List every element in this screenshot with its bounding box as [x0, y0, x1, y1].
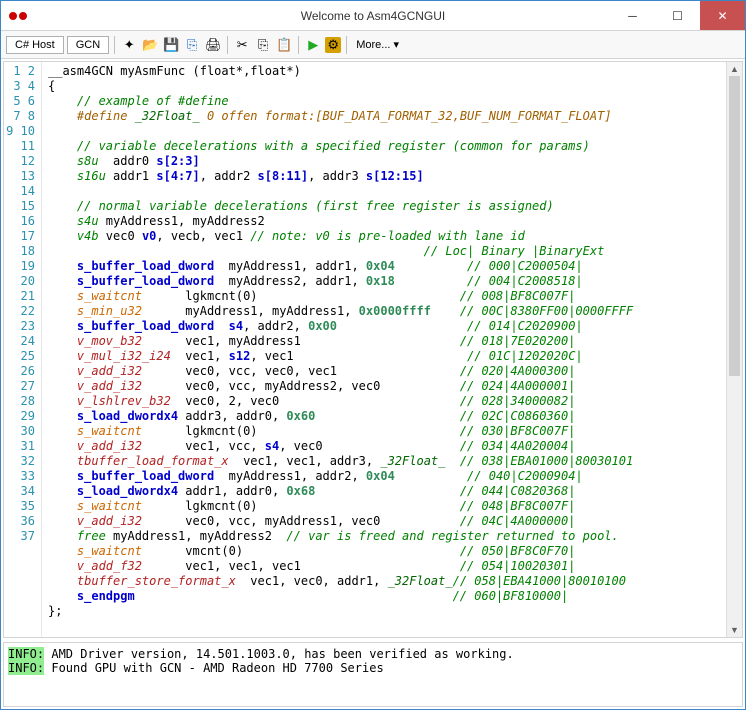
info-tag: INFO:	[8, 647, 44, 661]
window-title: Welcome to Asm4GCNGUI	[301, 9, 445, 23]
code-area[interactable]: __asm4GCN myAsmFunc (float*,float*) { //…	[42, 62, 726, 637]
toolbar: C# Host GCN ✦ 📂 💾 ⎘ 🖨 ✂ ⎘ 📋 ▶ ⚙ More... …	[1, 31, 745, 59]
save-all-icon[interactable]: ⎘	[183, 36, 201, 54]
scroll-down-icon[interactable]: ▼	[727, 623, 742, 637]
close-button[interactable]: ✕	[700, 1, 745, 30]
copy-icon[interactable]: ⎘	[254, 36, 272, 54]
vertical-scrollbar[interactable]: ▲ ▼	[726, 62, 742, 637]
new-icon[interactable]: ✦	[120, 36, 138, 54]
cut-icon[interactable]: ✂	[233, 36, 251, 54]
minimize-button[interactable]: ─	[610, 1, 655, 30]
maximize-button[interactable]: ☐	[655, 1, 700, 30]
scroll-thumb[interactable]	[729, 76, 740, 376]
info-tag: INFO:	[8, 661, 44, 675]
output-line: AMD Driver version, 14.501.1003.0, has b…	[44, 647, 514, 661]
build-icon[interactable]: ⚙	[325, 37, 341, 53]
paste-icon[interactable]: 📋	[275, 36, 293, 54]
titlebar: Welcome to Asm4GCNGUI ─ ☐ ✕	[1, 1, 745, 31]
more-dropdown[interactable]: More... ▾	[352, 36, 403, 53]
print-icon[interactable]: 🖨	[204, 36, 222, 54]
code-editor[interactable]: 1 2 3 4 5 6 7 8 9 10 11 12 13 14 15 16 1…	[3, 61, 743, 638]
line-gutter: 1 2 3 4 5 6 7 8 9 10 11 12 13 14 15 16 1…	[4, 62, 42, 637]
save-icon[interactable]: 💾	[162, 36, 180, 54]
open-icon[interactable]: 📂	[141, 36, 159, 54]
tab-gcn[interactable]: GCN	[67, 36, 109, 54]
output-line: Found GPU with GCN - AMD Radeon HD 7700 …	[44, 661, 384, 675]
app-icon-dot	[9, 12, 17, 20]
scroll-up-icon[interactable]: ▲	[727, 62, 742, 76]
tab-csharp-host[interactable]: C# Host	[6, 36, 64, 54]
run-icon[interactable]: ▶	[304, 36, 322, 54]
output-panel[interactable]: INFO: AMD Driver version, 14.501.1003.0,…	[3, 642, 743, 707]
app-icon-dot	[19, 12, 27, 20]
